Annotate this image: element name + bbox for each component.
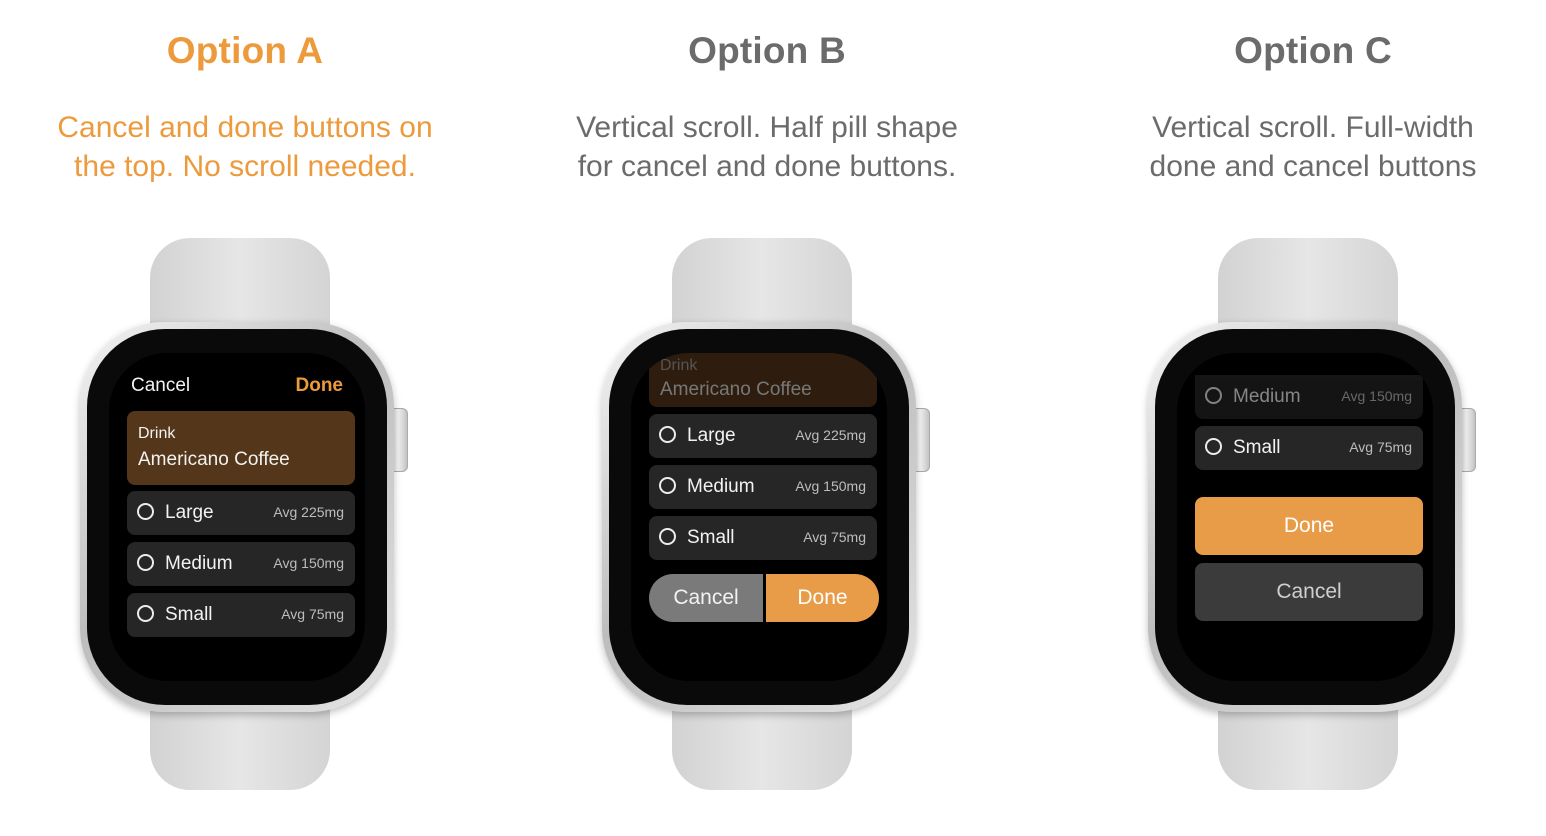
size-label: Small	[687, 527, 735, 548]
size-option-large[interactable]: Large Avg 225mg	[649, 414, 877, 458]
watch-screen-c: Medium Avg 150mg Small Avg 75mg Done Can…	[1177, 353, 1433, 681]
size-option-medium[interactable]: Medium Avg 150mg	[649, 465, 877, 509]
radio-icon[interactable]	[137, 605, 154, 622]
option-c-title: Option C	[1234, 30, 1392, 71]
option-c-description: Vertical scroll. Full-width done and can…	[1053, 108, 1546, 186]
option-a-description-line-1: Cancel and done buttons on	[57, 111, 433, 144]
watch-bezel: Medium Avg 150mg Small Avg 75mg Done Can…	[1155, 329, 1455, 705]
option-c-description-line-1: Vertical scroll. Full-width	[1152, 111, 1474, 144]
radio-icon[interactable]	[1205, 438, 1222, 455]
size-avg: Avg 150mg	[273, 555, 344, 571]
option-c-column: Option C Vertical scroll. Full-width don…	[1053, 0, 1546, 836]
radio-icon[interactable]	[659, 426, 676, 443]
cancel-button[interactable]: Cancel	[131, 375, 190, 397]
drink-card[interactable]: Drink Americano Coffee	[649, 353, 877, 407]
option-b-description: Vertical scroll. Half pill shape for can…	[507, 108, 1027, 186]
watch-bezel: Cancel Done Drink Americano Coffee Large…	[87, 329, 387, 705]
option-a-column: Option A Cancel and done buttons on the …	[0, 0, 505, 836]
size-option-medium[interactable]: Medium Avg 150mg	[127, 542, 355, 586]
size-avg: Avg 150mg	[795, 478, 866, 494]
option-c-description-line-2: done and cancel buttons	[1149, 150, 1477, 183]
watch-bezel: Drink Americano Coffee Large Avg 225mg M…	[609, 329, 909, 705]
size-option-small[interactable]: Small Avg 75mg	[1195, 426, 1423, 470]
size-label: Medium	[687, 476, 755, 497]
size-label: Large	[165, 502, 214, 523]
drink-value: Americano Coffee	[660, 379, 812, 400]
radio-icon[interactable]	[1205, 387, 1222, 404]
watch-case: Cancel Done Drink Americano Coffee Large…	[80, 322, 394, 712]
cancel-button[interactable]: Cancel	[1195, 563, 1423, 621]
drink-value: Americano Coffee	[138, 449, 290, 470]
size-label: Medium	[165, 553, 233, 574]
size-avg: Avg 150mg	[1341, 388, 1412, 404]
option-b-title: Option B	[688, 30, 846, 71]
size-option-large[interactable]: Large Avg 225mg	[127, 491, 355, 535]
watch-screen-b: Drink Americano Coffee Large Avg 225mg M…	[631, 353, 887, 681]
done-button[interactable]: Done	[1195, 497, 1423, 555]
size-avg: Avg 75mg	[1349, 439, 1412, 455]
drink-card[interactable]: Drink Americano Coffee	[127, 411, 355, 485]
option-b-description-line-2: for cancel and done buttons.	[577, 150, 957, 183]
drink-label: Drink	[138, 425, 176, 442]
option-a-description: Cancel and done buttons on the top. No s…	[0, 108, 505, 186]
size-label: Small	[165, 604, 213, 625]
option-a-title: Option A	[166, 30, 324, 71]
option-b-description-line-1: Vertical scroll. Half pill shape	[576, 111, 958, 144]
size-label: Small	[1233, 437, 1281, 458]
size-avg: Avg 225mg	[273, 504, 344, 520]
size-option-small[interactable]: Small Avg 75mg	[649, 516, 877, 560]
size-avg: Avg 75mg	[803, 529, 866, 545]
radio-icon[interactable]	[659, 477, 676, 494]
radio-icon[interactable]	[137, 554, 154, 571]
watch-case: Medium Avg 150mg Small Avg 75mg Done Can…	[1148, 322, 1462, 712]
size-avg: Avg 75mg	[281, 606, 344, 622]
size-option-medium[interactable]: Medium Avg 150mg	[1195, 375, 1423, 419]
watch-screen-a: Cancel Done Drink Americano Coffee Large…	[109, 353, 365, 681]
size-option-small[interactable]: Small Avg 75mg	[127, 593, 355, 637]
option-a-description-line-2: the top. No scroll needed.	[74, 150, 416, 183]
size-avg: Avg 225mg	[795, 427, 866, 443]
size-label: Medium	[1233, 386, 1301, 407]
done-button[interactable]: Done	[296, 375, 344, 397]
size-label: Large	[687, 425, 736, 446]
done-button[interactable]: Done	[766, 574, 879, 622]
screen-header: Cancel Done	[131, 375, 343, 399]
radio-icon[interactable]	[659, 528, 676, 545]
cancel-button[interactable]: Cancel	[649, 574, 763, 622]
drink-label: Drink	[660, 357, 698, 374]
radio-icon[interactable]	[137, 503, 154, 520]
watch-case: Drink Americano Coffee Large Avg 225mg M…	[602, 322, 916, 712]
option-b-column: Option B Vertical scroll. Half pill shap…	[507, 0, 1027, 836]
